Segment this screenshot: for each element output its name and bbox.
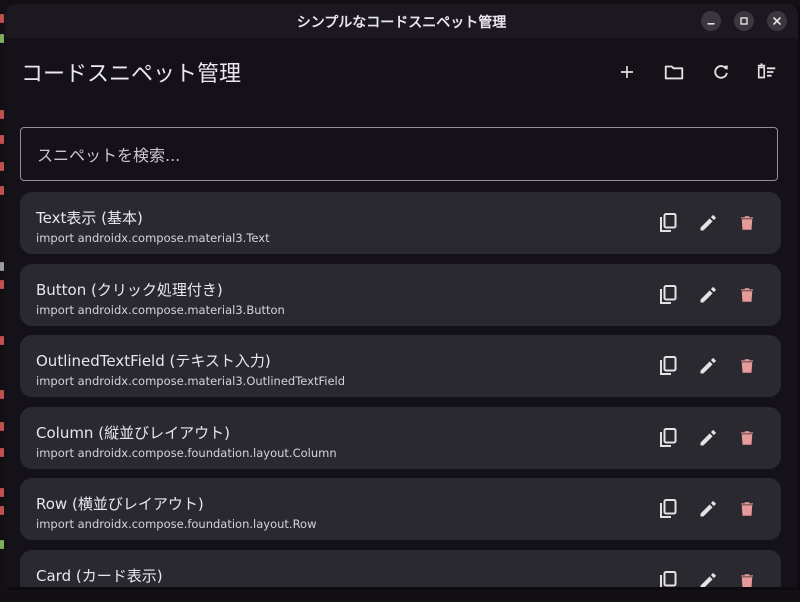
pencil-icon — [700, 429, 717, 445]
page-title: コードスニペット管理 — [21, 62, 242, 87]
snippet-import: import androidx.compose.foundation.layou… — [36, 517, 317, 531]
delete-button[interactable] — [735, 211, 759, 235]
background-glyph — [0, 262, 4, 271]
snippet-card[interactable]: Row (横並びレイアウト) import androidx.compose.f… — [20, 478, 781, 540]
background-glyph — [0, 186, 4, 195]
edit-button[interactable] — [696, 283, 720, 307]
folder-icon — [664, 65, 684, 80]
trash-icon — [741, 430, 753, 445]
copy-button[interactable] — [656, 283, 680, 307]
maximize-icon — [740, 17, 748, 25]
copy-icon — [660, 499, 677, 518]
pencil-icon — [700, 572, 717, 587]
snippet-import: import androidx.compose.material3.Outlin… — [36, 374, 346, 388]
pencil-icon — [700, 357, 717, 374]
snippet-title: Text表示 (基本) — [36, 209, 143, 227]
background-glyph — [0, 162, 4, 171]
background-glyph — [0, 135, 4, 144]
pencil-icon — [700, 214, 717, 231]
snippet-import: import androidx.compose.foundation.layou… — [36, 445, 337, 460]
delete-button[interactable] — [735, 354, 759, 378]
trash-icon — [741, 287, 753, 302]
background-glyph — [0, 540, 4, 549]
search-input[interactable]: スニペットを検索... — [20, 127, 778, 181]
add-icon — [621, 66, 633, 78]
copy-icon — [660, 213, 677, 232]
copy-button[interactable] — [656, 497, 680, 521]
copy-button[interactable] — [656, 569, 680, 587]
delete-button[interactable] — [735, 426, 759, 450]
background-glyph — [0, 336, 4, 345]
trash-icon — [741, 502, 753, 516]
trash-icon — [741, 216, 753, 230]
edit-button[interactable] — [696, 211, 720, 235]
snippet-title: Column (縦並びレイアウト) — [36, 423, 230, 442]
copy-button[interactable] — [656, 211, 680, 235]
clear-all-button[interactable] — [755, 60, 779, 84]
snippet-title: Card (カード表示) — [36, 566, 163, 585]
background-glyph — [0, 14, 4, 23]
snippet-import: import androidx.compose.material3.Button — [36, 302, 285, 317]
pencil-icon — [700, 500, 717, 517]
minimize-button[interactable] — [701, 11, 721, 31]
snippet-title: OutlinedTextField (テキスト入力) — [36, 352, 271, 370]
background-glyph — [0, 110, 4, 119]
add-snippet-button[interactable] — [615, 60, 639, 84]
snippet-card[interactable]: Column (縦並びレイアウト) import androidx.compos… — [20, 406, 781, 469]
copy-icon — [660, 284, 677, 304]
background-terminal-bottom — [0, 590, 800, 602]
copy-button[interactable] — [656, 354, 680, 378]
background-glyph — [0, 390, 4, 399]
window-title: シンプルなコードスニペット管理 — [296, 15, 507, 31]
trash-icon — [741, 573, 753, 587]
snippet-card[interactable]: Text表示 (基本) import androidx.compose.mate… — [20, 192, 781, 254]
copy-icon — [660, 570, 677, 587]
refresh-button[interactable] — [709, 60, 733, 84]
copy-button[interactable] — [656, 426, 680, 450]
snippet-card[interactable]: Button (クリック処理付き) import androidx.compos… — [20, 263, 781, 326]
background-glyph — [0, 506, 4, 515]
close-button[interactable] — [767, 11, 787, 31]
edit-button[interactable] — [696, 426, 720, 450]
copy-icon — [660, 427, 677, 447]
open-folder-button[interactable] — [662, 60, 686, 84]
copy-icon — [660, 356, 677, 375]
edit-button[interactable] — [696, 497, 720, 521]
delete-button[interactable] — [735, 569, 759, 587]
background-glyph — [0, 422, 4, 431]
refresh-icon — [714, 65, 728, 79]
pencil-icon — [700, 286, 717, 302]
snippet-title: Row (横並びレイアウト) — [36, 495, 204, 513]
maximize-button[interactable] — [734, 11, 754, 31]
edit-button[interactable] — [696, 354, 720, 378]
search-placeholder: スニペットを検索... — [37, 146, 181, 165]
background-glyph — [0, 488, 4, 497]
title-bar[interactable]: シンプルなコードスニペット管理 — [5, 4, 798, 38]
edit-button[interactable] — [696, 569, 720, 587]
trash-icon — [741, 359, 753, 373]
snippet-title: Button (クリック処理付き) — [36, 280, 223, 299]
clear-all-icon — [757, 63, 776, 79]
snippet-card[interactable]: Card (カード表示) — [20, 549, 781, 587]
snippet-card[interactable]: OutlinedTextField (テキスト入力) import androi… — [20, 335, 781, 397]
close-icon — [773, 17, 781, 25]
snippet-list: Text表示 (基本) import androidx.compose.mate… — [20, 192, 781, 587]
background-glyph — [0, 34, 4, 43]
background-glyph — [0, 280, 4, 289]
minimize-icon — [707, 23, 715, 25]
background-glyph — [0, 448, 4, 457]
app-window: シンプルなコードスニペット管理 コードスニペット管理 スニペットを検索... T… — [5, 4, 798, 587]
delete-button[interactable] — [735, 283, 759, 307]
snippet-import: import androidx.compose.material3.Text — [36, 231, 270, 245]
delete-button[interactable] — [735, 497, 759, 521]
